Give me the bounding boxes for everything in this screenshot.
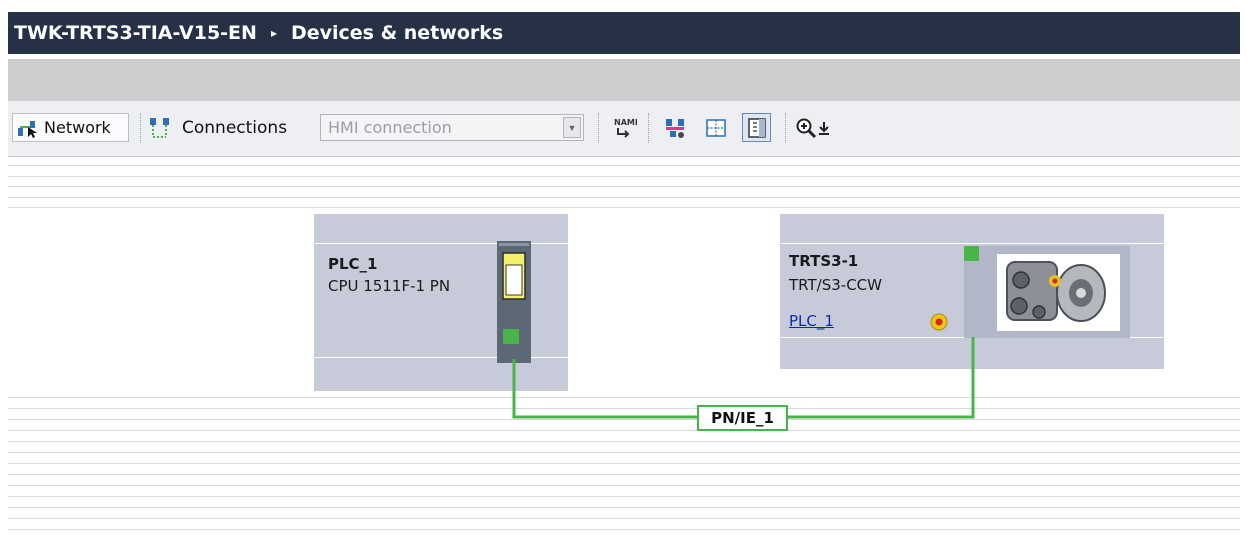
network-button[interactable]: Network: [12, 113, 129, 142]
highlight-connections-icon: [665, 118, 684, 138]
connections-icon: [150, 117, 169, 138]
svg-text:NAME: NAME: [614, 118, 637, 127]
network-label: Network: [44, 118, 111, 137]
connections-label: Connections: [182, 117, 288, 138]
connection-type-dropdown[interactable]: HMI connection ▼: [320, 114, 584, 141]
project-name[interactable]: TWK-TRTS3-TIA-V15-EN: [14, 22, 257, 44]
network-toolbar: Network Connections HMI connection ▼ NAM…: [8, 101, 1240, 157]
connection-type-value: HMI connection: [328, 118, 452, 137]
editor-title-bar: TWK-TRTS3-TIA-V15-EN ▸ Devices & network…: [8, 12, 1240, 54]
toolbar-separator: [648, 113, 649, 143]
grid-icon: [705, 118, 726, 137]
zoom-menu-icon: [819, 121, 829, 135]
connections-button[interactable]: Connections: [148, 113, 287, 142]
show-grid-button[interactable]: [701, 113, 730, 142]
profinet-subnet-line: [512, 337, 975, 419]
subnet-label[interactable]: PN/IE_1: [697, 405, 788, 431]
toolbar-separator: [598, 113, 599, 143]
page-break-button[interactable]: [742, 113, 771, 142]
toolbar-separator: [140, 113, 141, 143]
toolbar-separator: [785, 113, 786, 143]
show-names-icon: NAME: [614, 118, 637, 138]
view-tabs-bar: [8, 59, 1240, 101]
page-break-icon: [747, 117, 766, 138]
zoom-in-button[interactable]: [794, 113, 818, 142]
network-view-canvas[interactable]: PLC_1 CPU 1511F-1 PN TRTS3-1 TRT/S3-CCW …: [8, 157, 1240, 542]
editor-name: Devices & networks: [290, 22, 504, 44]
breadcrumb-separator-icon: ▸: [270, 26, 277, 40]
highlight-connections-button[interactable]: [661, 113, 690, 142]
chevron-down-icon[interactable]: ▼: [563, 117, 581, 138]
zoom-in-icon: [796, 118, 817, 138]
zoom-menu-button[interactable]: [816, 113, 832, 142]
network-view-icon: [18, 120, 37, 138]
show-names-button[interactable]: NAME: [610, 113, 639, 142]
